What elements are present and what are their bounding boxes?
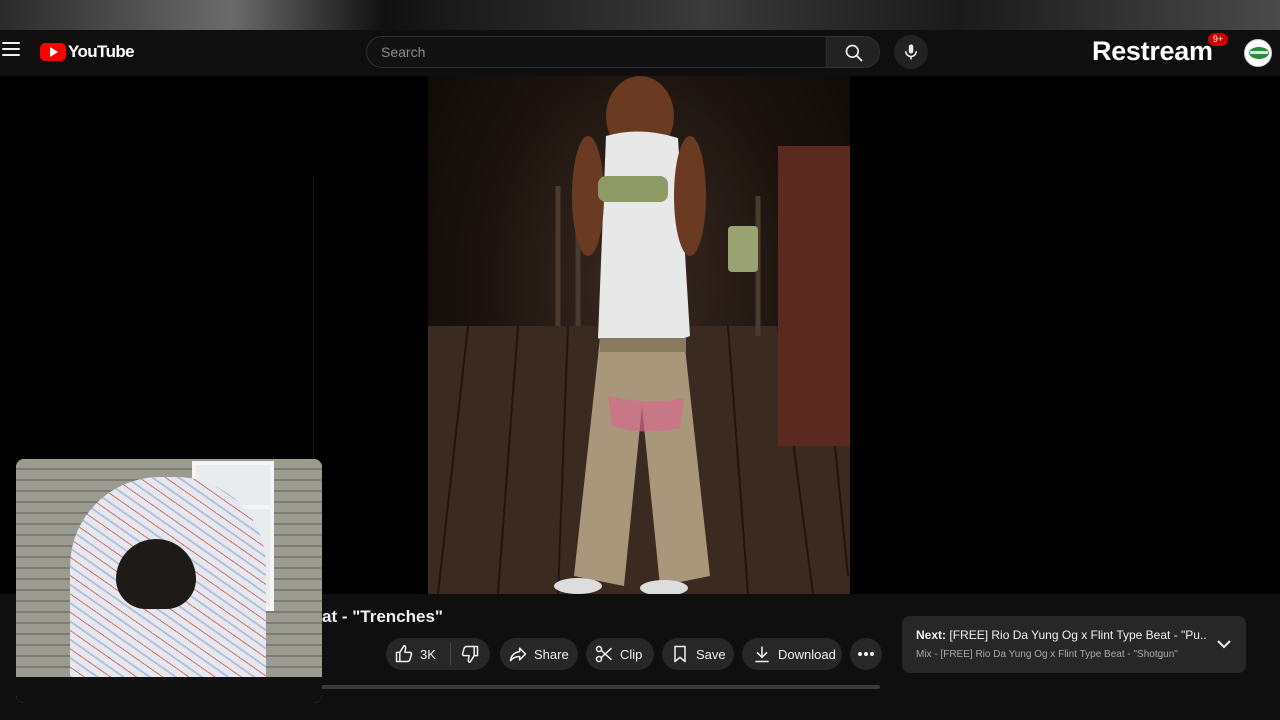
share-label: Share [534, 646, 569, 662]
avatar-icon[interactable] [1244, 39, 1272, 67]
like-dislike-group: 3K [386, 638, 490, 670]
description-edge [320, 685, 880, 689]
download-icon [755, 646, 769, 663]
hamburger-menu-icon[interactable] [2, 42, 20, 58]
video-title: at - "Trenches" [322, 607, 443, 626]
up-next-label: Next: [916, 628, 947, 642]
like-button[interactable]: 3K [386, 638, 450, 670]
more-horizontal-icon [858, 652, 874, 656]
share-button[interactable]: Share [500, 638, 578, 670]
up-next-playlist: Mix - [FREE] Rio Da Yung Og x Flint Type… [916, 649, 1178, 660]
chevron-down-icon[interactable] [1216, 638, 1232, 650]
notification-badge[interactable]: 9+ [1208, 33, 1228, 46]
search-box [366, 36, 826, 68]
save-label: Save [696, 646, 726, 662]
search-input[interactable] [367, 37, 826, 67]
more-actions-button[interactable] [850, 638, 882, 670]
video-frame [428, 76, 850, 594]
voice-search-button[interactable] [894, 35, 928, 69]
like-count: 3K [420, 646, 436, 662]
webcam-overlay [16, 459, 322, 703]
mic-icon [905, 44, 917, 60]
search-button[interactable] [826, 36, 880, 68]
share-icon [509, 647, 527, 662]
clip-button[interactable]: Clip [586, 638, 654, 670]
up-next-video-title: [FREE] Rio Da Yung Og x Flint Type Beat … [949, 628, 1206, 642]
download-label: Download [778, 646, 836, 662]
thumbs-up-icon [395, 644, 413, 663]
scissors-icon [595, 645, 613, 663]
masthead: YouTube Restream 9+ [0, 30, 1280, 76]
search-icon [845, 44, 863, 62]
thumbs-down-icon [461, 645, 479, 664]
top-decorative-strip [0, 0, 1280, 30]
youtube-logo[interactable]: YouTube [40, 41, 135, 63]
up-next-title: Next: [FREE] Rio Da Yung Og x Flint Type… [916, 628, 1206, 642]
download-button[interactable]: Download [742, 638, 842, 670]
bookmark-icon [674, 645, 686, 663]
video-frame-illustration [428, 76, 850, 594]
youtube-play-icon [40, 43, 66, 61]
clip-label: Clip [620, 646, 643, 662]
restream-watermark: Restream [1092, 36, 1213, 66]
streamer-face [116, 539, 196, 609]
logo-text: YouTube [68, 42, 135, 61]
up-next-card[interactable]: Next: [FREE] Rio Da Yung Og x Flint Type… [902, 616, 1246, 673]
save-button[interactable]: Save [662, 638, 734, 670]
dislike-button[interactable] [451, 638, 489, 670]
